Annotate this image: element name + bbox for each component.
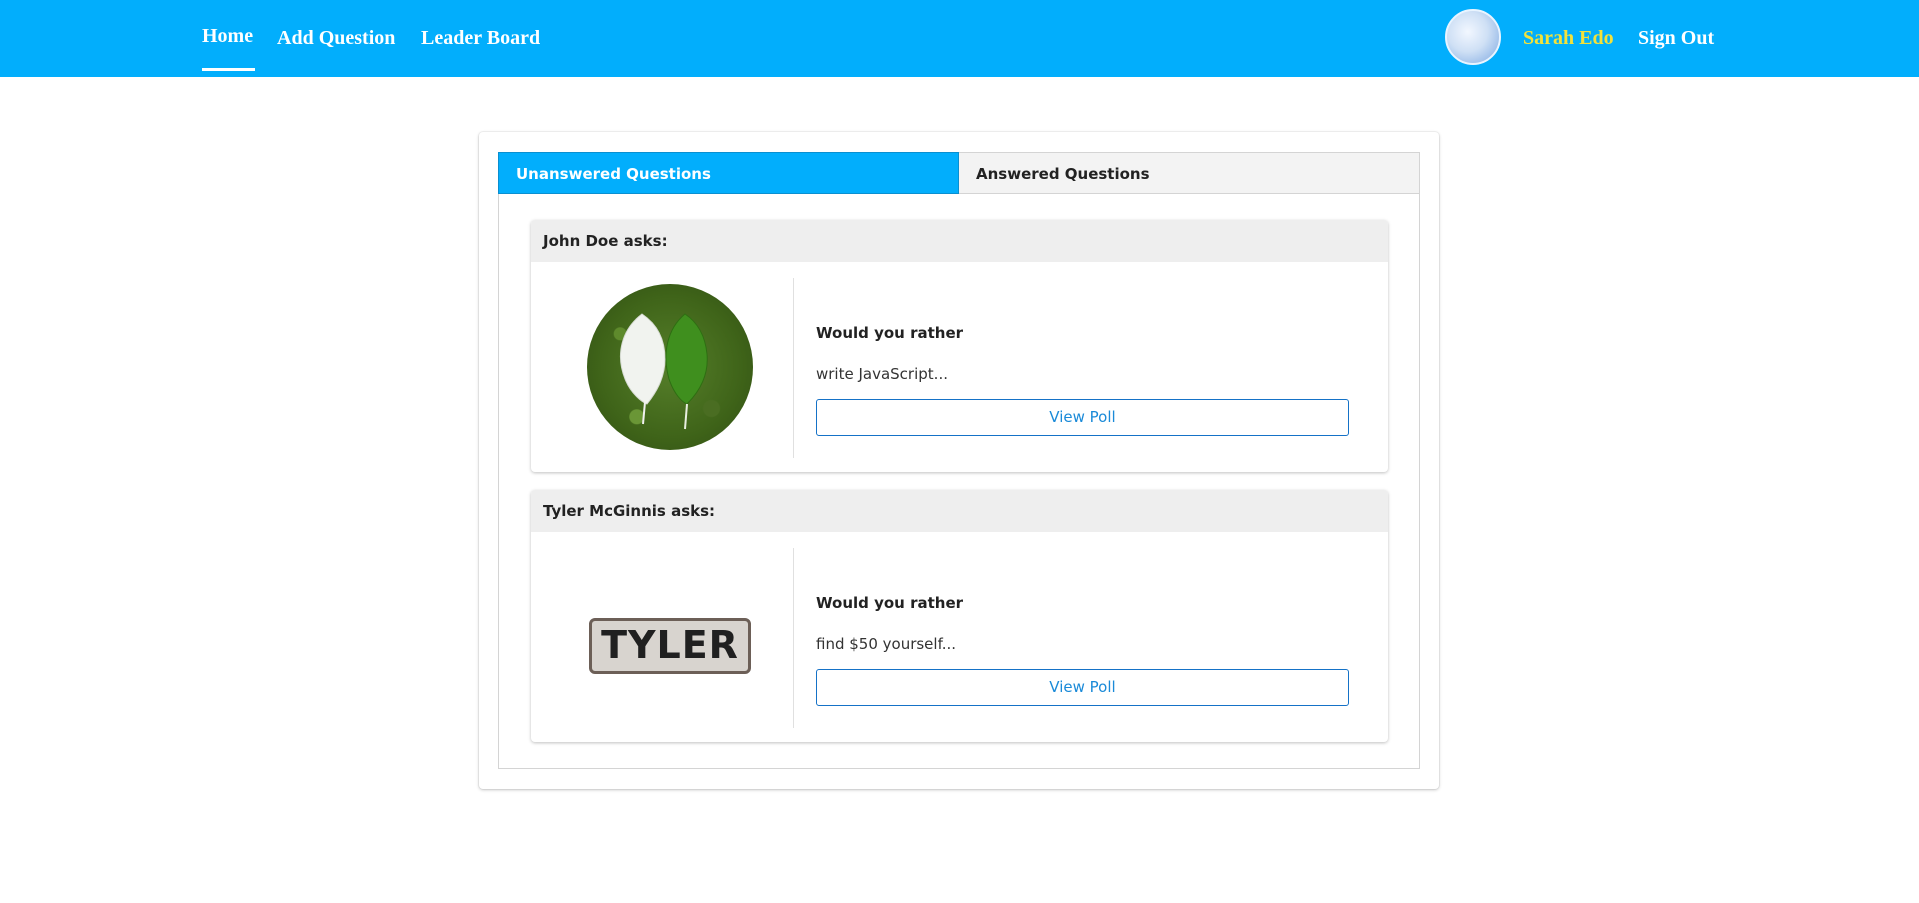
question-author-header: John Doe asks: [531,220,1388,262]
view-poll-button[interactable]: View Poll [816,669,1349,706]
author-avatar [587,284,753,450]
card-divider [793,548,794,728]
current-user-name: Sarah Edo [1523,27,1614,49]
question-option-preview: find $50 yourself... [816,635,957,653]
question-card: Tyler McGinnis asks: TYLER Would you rat… [531,490,1388,742]
view-poll-button[interactable]: View Poll [816,399,1349,436]
sign-out-link[interactable]: Sign Out [1638,23,1714,53]
tab-answered-questions[interactable]: Answered Questions [959,152,1420,194]
question-option-preview: write JavaScript... [816,365,948,383]
user-avatar-icon [1445,9,1501,65]
question-author-header: Tyler McGinnis asks: [531,490,1388,532]
question-title: Would you rather [816,324,964,342]
leaves-photo-icon [587,284,753,450]
leaves-illustration [620,313,708,430]
tyler-sign-image: TYLER [589,618,751,674]
card-divider [793,278,794,458]
question-title: Would you rather [816,594,964,612]
nav-add-question-link[interactable]: Add Question [277,23,395,53]
nav-active-underline [202,68,255,71]
question-card: John Doe asks: Would you rather write Ja… [531,220,1388,472]
tab-unanswered-questions[interactable]: Unanswered Questions [498,152,959,194]
top-navbar: Home Add Question Leader Board Sarah Edo… [0,0,1919,77]
author-avatar: TYLER [587,554,753,720]
nav-home-link[interactable]: Home [202,21,253,51]
nav-leader-board-link[interactable]: Leader Board [421,23,540,53]
